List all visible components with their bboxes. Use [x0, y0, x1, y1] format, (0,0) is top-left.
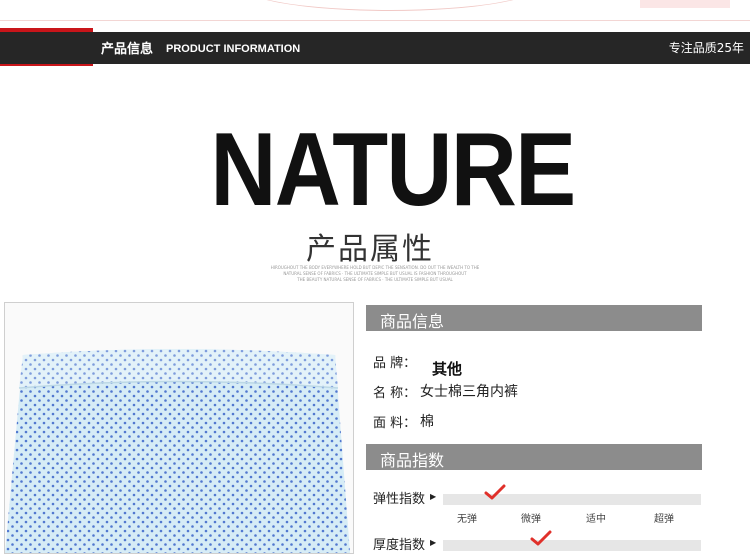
product-index-heading-text: 商品指数	[380, 451, 445, 470]
hero-small-text: HIROUGHOUT THE BODY EVERYWHERE HOLD BUT …	[255, 265, 495, 283]
name-label: 名 称：	[373, 386, 417, 401]
tick-moderate: 适中	[586, 514, 606, 525]
material-label: 面 料：	[373, 416, 417, 431]
brand-label: 品 牌：	[373, 356, 417, 371]
triangle-right-icon: ▶	[430, 538, 437, 547]
material-value: 棉	[420, 414, 434, 430]
header-title-cn: 产品信息	[101, 42, 154, 57]
elasticity-bar	[443, 494, 701, 505]
thickness-bar	[443, 540, 701, 551]
product-info-heading-text: 商品信息	[380, 312, 445, 331]
triangle-right-icon: ▶	[430, 492, 437, 501]
product-photo	[4, 302, 354, 554]
product-info-heading: 商品信息	[366, 305, 702, 331]
name-value: 女士棉三角内裤	[420, 384, 518, 400]
elasticity-label: 弹性指数	[373, 492, 426, 507]
decorative-arc	[240, 0, 540, 11]
product-index-heading: 商品指数	[366, 444, 702, 470]
hero-title: NATURE	[210, 112, 576, 228]
hero-small-line: THE BEAUTY NATURAL SENSE OF FABRICS · TH…	[297, 277, 453, 282]
red-check-icon	[484, 484, 506, 500]
decorative-line	[0, 20, 750, 21]
header-slogan: 专注品质25年	[668, 41, 744, 55]
tick-no-elastic: 无弹	[457, 514, 477, 525]
top-decoration	[0, 0, 750, 21]
underwear-illustration	[5, 349, 350, 553]
hero-subtitle: 产品属性	[306, 232, 434, 267]
tick-slight-elastic: 微弹	[521, 514, 541, 525]
brand-value: 其他	[432, 360, 463, 378]
tick-super-elastic: 超弹	[654, 514, 674, 525]
header-title-en: PRODUCT INFORMATION	[166, 43, 301, 55]
decorative-band	[640, 0, 730, 8]
